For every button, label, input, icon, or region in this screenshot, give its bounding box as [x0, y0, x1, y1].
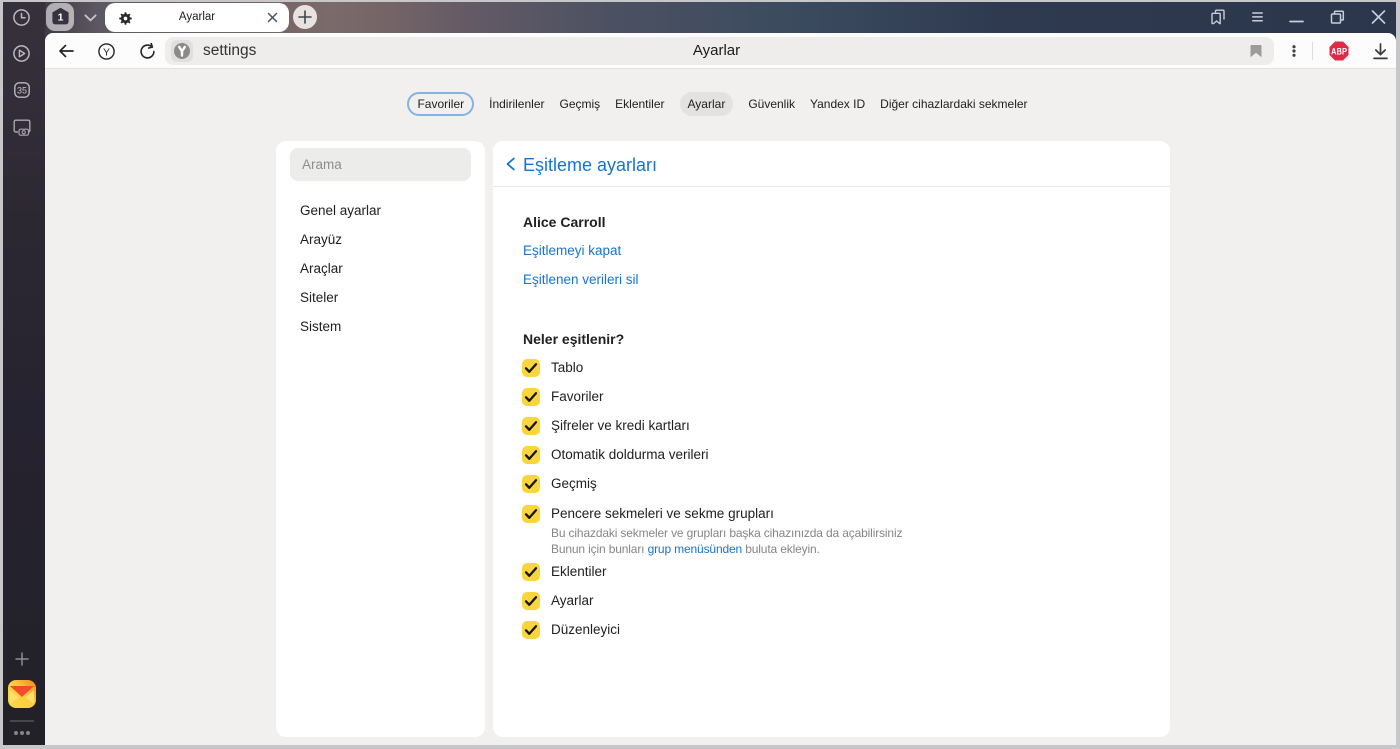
- svg-text:35: 35: [17, 85, 27, 95]
